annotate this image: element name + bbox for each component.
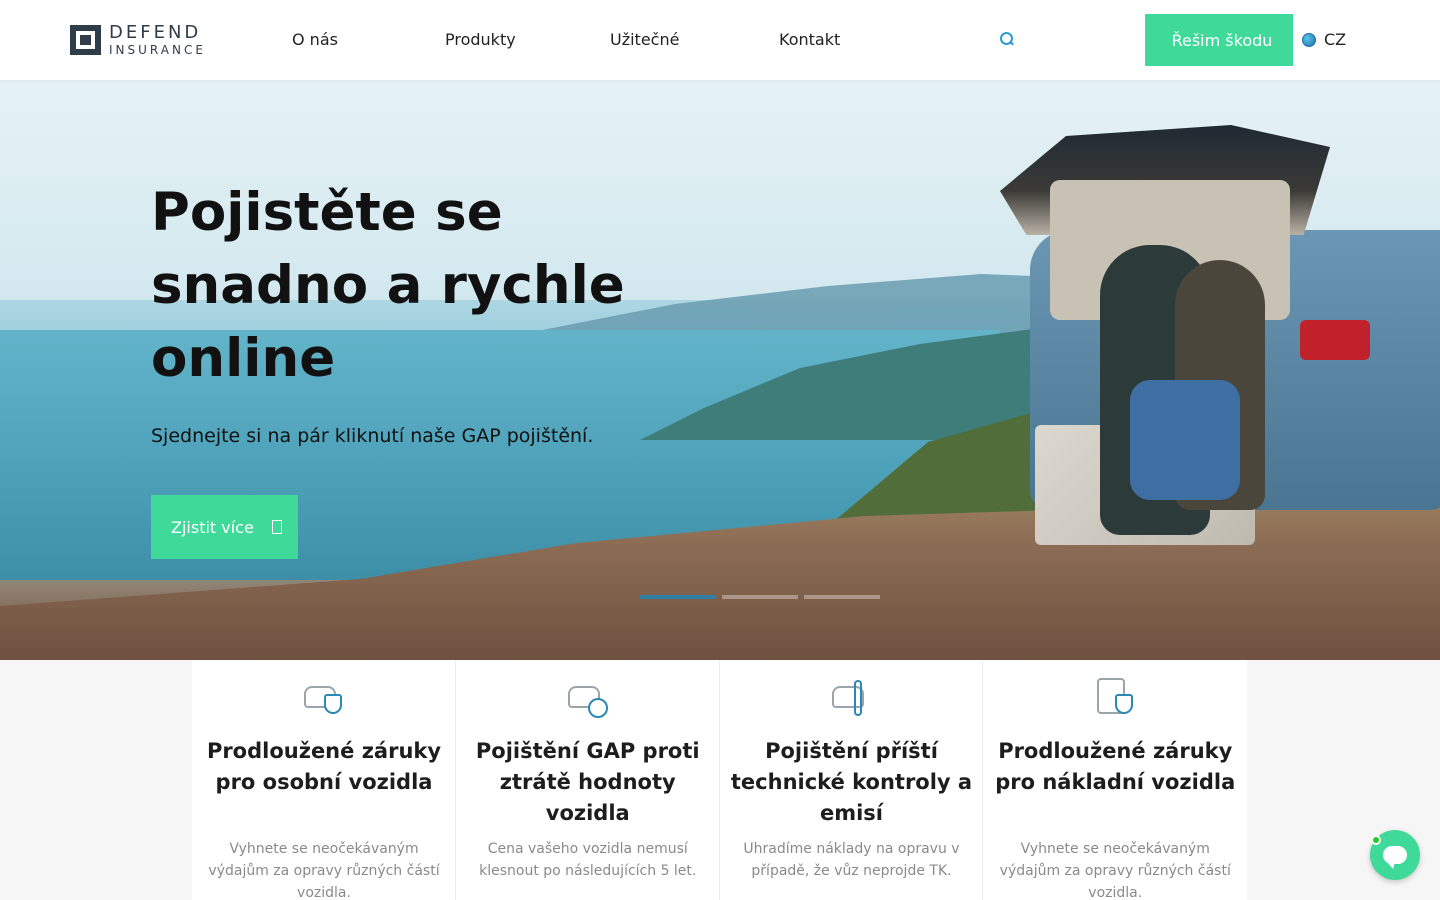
card-title: Prodloužené záruky pro nákladní vozidla (995, 739, 1236, 794)
product-card[interactable]: Pojištění GAP proti ztrátě hodnoty vozid… (456, 660, 720, 900)
claim-button-label: Řešim škodu (1171, 30, 1273, 50)
logo-text: DEFEND INSURANCE (109, 22, 206, 57)
logo-line2: INSURANCE (109, 43, 206, 57)
card-title: Pojištění příští technické kontroly a em… (730, 739, 973, 825)
learn-more-button[interactable]: Zjistit více (151, 495, 298, 559)
logo[interactable]: DEFEND INSURANCE (70, 24, 206, 56)
nav-item-about[interactable]: O nás (292, 30, 338, 49)
arrow-right-icon (271, 520, 282, 534)
hero-person-jeans (1130, 380, 1240, 500)
logo-line1: DEFEND (109, 22, 202, 43)
language-switcher[interactable]: CZ (1302, 30, 1346, 49)
card-title: Prodloužené záruky pro osobní vozidla (206, 739, 442, 794)
report-claim-button[interactable]: Řešim škodu (1145, 14, 1293, 66)
learn-more-label: Zjistit více (171, 517, 254, 537)
card-text: Vyhnete se neočekávaným výdajům za oprav… (999, 841, 1231, 900)
hero-title: Pojistěte se snadno a rychle online (151, 182, 625, 389)
card-text: Vyhnete se neočekávaným výdajům za oprav… (208, 841, 440, 900)
card-text: Cena vašeho vozidla nemusí klesnout po n… (479, 841, 697, 879)
card-text: Uhradíme náklady na opravu v případě, že… (743, 841, 960, 879)
slider-dot[interactable] (722, 595, 798, 599)
truck-shield-icon (1093, 678, 1137, 718)
search-icon[interactable] (998, 30, 1014, 48)
hero-subtitle: Sjednejte si na pár kliknutí naše GAP po… (151, 425, 594, 447)
slider-dot[interactable] (640, 595, 716, 599)
chat-bubble-icon (1383, 846, 1407, 869)
nav-item-contact[interactable]: Kontakt (779, 30, 840, 49)
slider-dot[interactable] (804, 595, 880, 599)
globe-icon (1302, 32, 1316, 47)
product-card[interactable]: Pojištění příští technické kontroly a em… (720, 660, 984, 900)
slider-pagination (640, 595, 880, 599)
card-title: Pojištění GAP proti ztrátě hodnoty vozid… (475, 739, 700, 825)
product-card[interactable]: Prodloužené záruky pro nákladní vozidla … (983, 660, 1247, 900)
logo-mark-icon (70, 25, 101, 55)
site-header: DEFEND INSURANCE O nás Produkty Užitečné… (0, 0, 1440, 80)
hero-banner: Pojistěte se snadno a rychle online Sjed… (0, 80, 1440, 660)
car-wrench-icon (830, 678, 874, 718)
language-label: CZ (1324, 30, 1347, 49)
nav-item-products[interactable]: Produkty (445, 30, 516, 49)
car-shield-icon (302, 678, 346, 718)
hero-car-taillight (1300, 320, 1370, 360)
product-card[interactable]: Prodloužené záruky pro osobní vozidla Vy… (192, 660, 456, 900)
nav-item-useful[interactable]: Užitečné (610, 30, 679, 49)
product-cards: Prodloužené záruky pro osobní vozidla Vy… (192, 660, 1247, 900)
car-clock-icon (566, 678, 610, 718)
online-status-dot (1371, 835, 1381, 845)
